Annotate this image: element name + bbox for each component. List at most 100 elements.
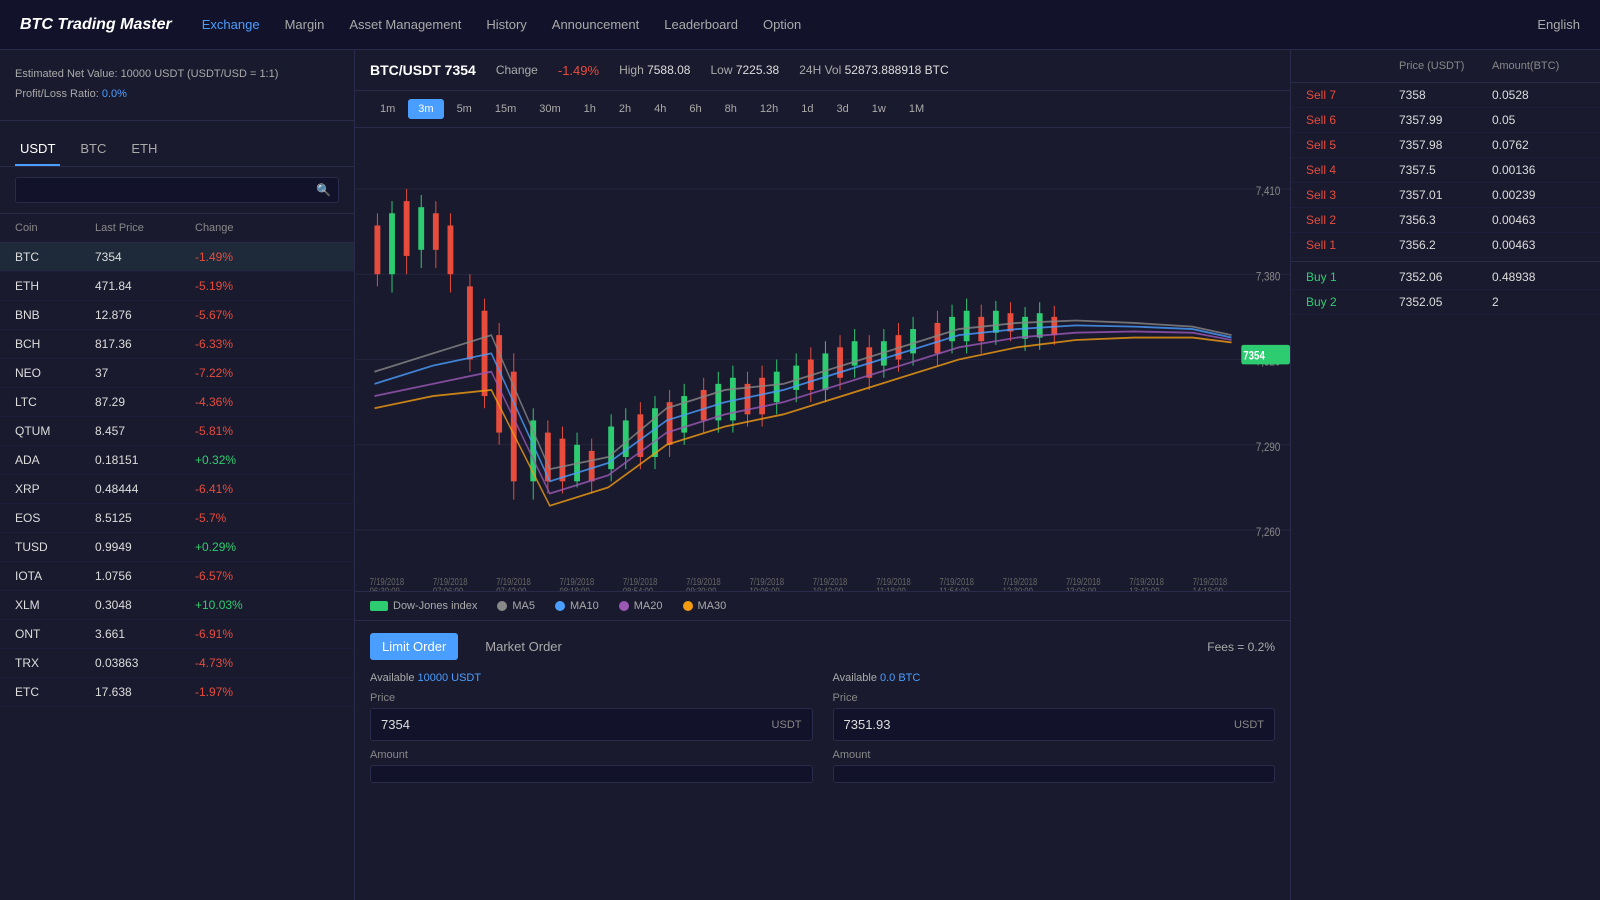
coin-name: ETC (15, 685, 95, 699)
nav-option[interactable]: Option (763, 17, 801, 32)
tab-eth[interactable]: ETH (126, 133, 162, 166)
coin-price: 817.36 (95, 337, 195, 351)
svg-text:09:30:00: 09:30:00 (686, 586, 716, 591)
top-nav: BTC Trading Master Exchange Margin Asset… (0, 0, 1600, 50)
buy-price-2: 7352.05 (1399, 295, 1492, 309)
tab-btc[interactable]: BTC (75, 133, 111, 166)
language-selector[interactable]: English (1537, 17, 1580, 32)
ob-sell-6[interactable]: Sell 6 7357.99 0.05 (1291, 108, 1600, 133)
ob-col-side (1306, 60, 1399, 72)
coin-row-iota[interactable]: IOTA 1.0756 -6.57% (0, 562, 354, 591)
coin-row-etc[interactable]: ETC 17.638 -1.97% (0, 678, 354, 707)
time-tab-3m[interactable]: 3m (408, 99, 443, 119)
svg-text:7,380: 7,380 (1256, 270, 1280, 283)
time-tab-12h[interactable]: 12h (750, 99, 788, 119)
time-tab-15m[interactable]: 15m (485, 99, 526, 119)
nav-asset-management[interactable]: Asset Management (349, 17, 461, 32)
coin-row-ltc[interactable]: LTC 87.29 -4.36% (0, 388, 354, 417)
sell-price-value: 7351.93 (844, 717, 891, 732)
coin-row-tusd[interactable]: TUSD 0.9949 +0.29% (0, 533, 354, 562)
nav-history[interactable]: History (486, 17, 526, 32)
search-wrapper: 🔍 (15, 177, 339, 203)
sell-amount-input[interactable] (833, 765, 1276, 783)
sell-amount-label: Amount (833, 749, 1276, 761)
coin-price: 37 (95, 366, 195, 380)
coin-list: BTC 7354 -1.49% ETH 471.84 -5.19% BNB 12… (0, 243, 354, 900)
time-tab-3d[interactable]: 3d (827, 99, 859, 119)
tab-limit-order[interactable]: Limit Order (370, 633, 458, 660)
ob-sell-1[interactable]: Sell 1 7356.2 0.00463 (1291, 233, 1600, 258)
coin-change: -4.73% (195, 656, 285, 670)
ob-sell-7[interactable]: Sell 7 7358 0.0528 (1291, 83, 1600, 108)
nav-items: Exchange Margin Asset Management History… (202, 17, 1538, 32)
sell-label-5: Sell 5 (1306, 138, 1399, 152)
right-panel: Price (USDT) Amount(BTC) Sell 7 7358 0.0… (1290, 50, 1600, 900)
time-tab-1d[interactable]: 1d (791, 99, 823, 119)
coin-row-ada[interactable]: ADA 0.18151 +0.32% (0, 446, 354, 475)
nav-margin[interactable]: Margin (285, 17, 325, 32)
coin-name: QTUM (15, 424, 95, 438)
search-input[interactable] (15, 177, 339, 203)
tab-usdt[interactable]: USDT (15, 133, 60, 166)
ob-col-amount: Amount(BTC) (1492, 60, 1585, 72)
coin-name: TUSD (15, 540, 95, 554)
ob-buy-2[interactable]: Buy 2 7352.05 2 (1291, 290, 1600, 315)
coin-row-qtum[interactable]: QTUM 8.457 -5.81% (0, 417, 354, 446)
ma10-label: MA10 (570, 600, 599, 612)
time-tab-8h[interactable]: 8h (715, 99, 747, 119)
ma5-label: MA5 (512, 600, 535, 612)
coin-name: XRP (15, 482, 95, 496)
time-tab-4h[interactable]: 4h (644, 99, 676, 119)
coin-change: -1.49% (195, 250, 285, 264)
search-icon: 🔍 (316, 183, 331, 197)
coin-row-bch[interactable]: BCH 817.36 -6.33% (0, 330, 354, 359)
time-tab-6h[interactable]: 6h (679, 99, 711, 119)
time-tab-1h[interactable]: 1h (574, 99, 606, 119)
sell-amount-6: 0.05 (1492, 113, 1585, 127)
svg-text:7354: 7354 (1243, 350, 1265, 363)
time-tabs: 1m 3m 5m 15m 30m 1h 2h 4h 6h 8h 12h 1d 3… (355, 91, 1290, 128)
portfolio-info: Estimated Net Value: 10000 USDT (USDT/US… (0, 50, 354, 121)
ob-sell-3[interactable]: Sell 3 7357.01 0.00239 (1291, 183, 1600, 208)
sell-price-3: 7357.01 (1399, 188, 1492, 202)
nav-exchange[interactable]: Exchange (202, 17, 260, 32)
sell-price-input[interactable]: 7351.93 USDT (833, 708, 1276, 741)
time-tab-1w[interactable]: 1w (862, 99, 896, 119)
coin-row-eth[interactable]: ETH 471.84 -5.19% (0, 272, 354, 301)
svg-text:08:54:00: 08:54:00 (623, 586, 653, 591)
time-tab-5m[interactable]: 5m (447, 99, 482, 119)
nav-leaderboard[interactable]: Leaderboard (664, 17, 738, 32)
center-panel: BTC/USDT 7354 Change -1.49% High 7588.08… (355, 50, 1290, 900)
time-tab-30m[interactable]: 30m (529, 99, 570, 119)
svg-text:7,260: 7,260 (1256, 526, 1280, 539)
time-tab-2h[interactable]: 2h (609, 99, 641, 119)
coin-row-xlm[interactable]: XLM 0.3048 +10.03% (0, 591, 354, 620)
ob-sell-2[interactable]: Sell 2 7356.3 0.00463 (1291, 208, 1600, 233)
time-tab-1m[interactable]: 1m (370, 99, 405, 119)
col-change: Change (195, 222, 285, 234)
ob-sell-4[interactable]: Sell 4 7357.5 0.00136 (1291, 158, 1600, 183)
chart-low: Low 7225.38 (710, 63, 779, 77)
coin-row-xrp[interactable]: XRP 0.48444 -6.41% (0, 475, 354, 504)
nav-announcement[interactable]: Announcement (552, 17, 639, 32)
buy-price-label: Price (370, 692, 813, 704)
buy-price-input[interactable]: 7354 USDT (370, 708, 813, 741)
tab-market-order[interactable]: Market Order (473, 633, 574, 660)
buy-amount-input[interactable] (370, 765, 813, 783)
sell-label-2: Sell 2 (1306, 213, 1399, 227)
ma20-label: MA20 (634, 600, 663, 612)
coin-row-bnb[interactable]: BNB 12.876 -5.67% (0, 301, 354, 330)
coin-row-eos[interactable]: EOS 8.5125 -5.7% (0, 504, 354, 533)
time-tab-1M[interactable]: 1M (899, 99, 934, 119)
chart-change-value: -1.49% (558, 63, 599, 78)
coin-change: -5.67% (195, 308, 285, 322)
coin-row-ont[interactable]: ONT 3.661 -6.91% (0, 620, 354, 649)
estimated-net-value: Estimated Net Value: 10000 USDT (USDT/US… (15, 65, 339, 85)
coin-row-trx[interactable]: TRX 0.03863 -4.73% (0, 649, 354, 678)
chart-pair-title: BTC/USDT 7354 (370, 62, 476, 78)
ob-buy-1[interactable]: Buy 1 7352.06 0.48938 (1291, 265, 1600, 290)
brand-logo: BTC Trading Master (20, 16, 172, 34)
ob-sell-5[interactable]: Sell 5 7357.98 0.0762 (1291, 133, 1600, 158)
coin-row-btc[interactable]: BTC 7354 -1.49% (0, 243, 354, 272)
coin-row-neo[interactable]: NEO 37 -7.22% (0, 359, 354, 388)
